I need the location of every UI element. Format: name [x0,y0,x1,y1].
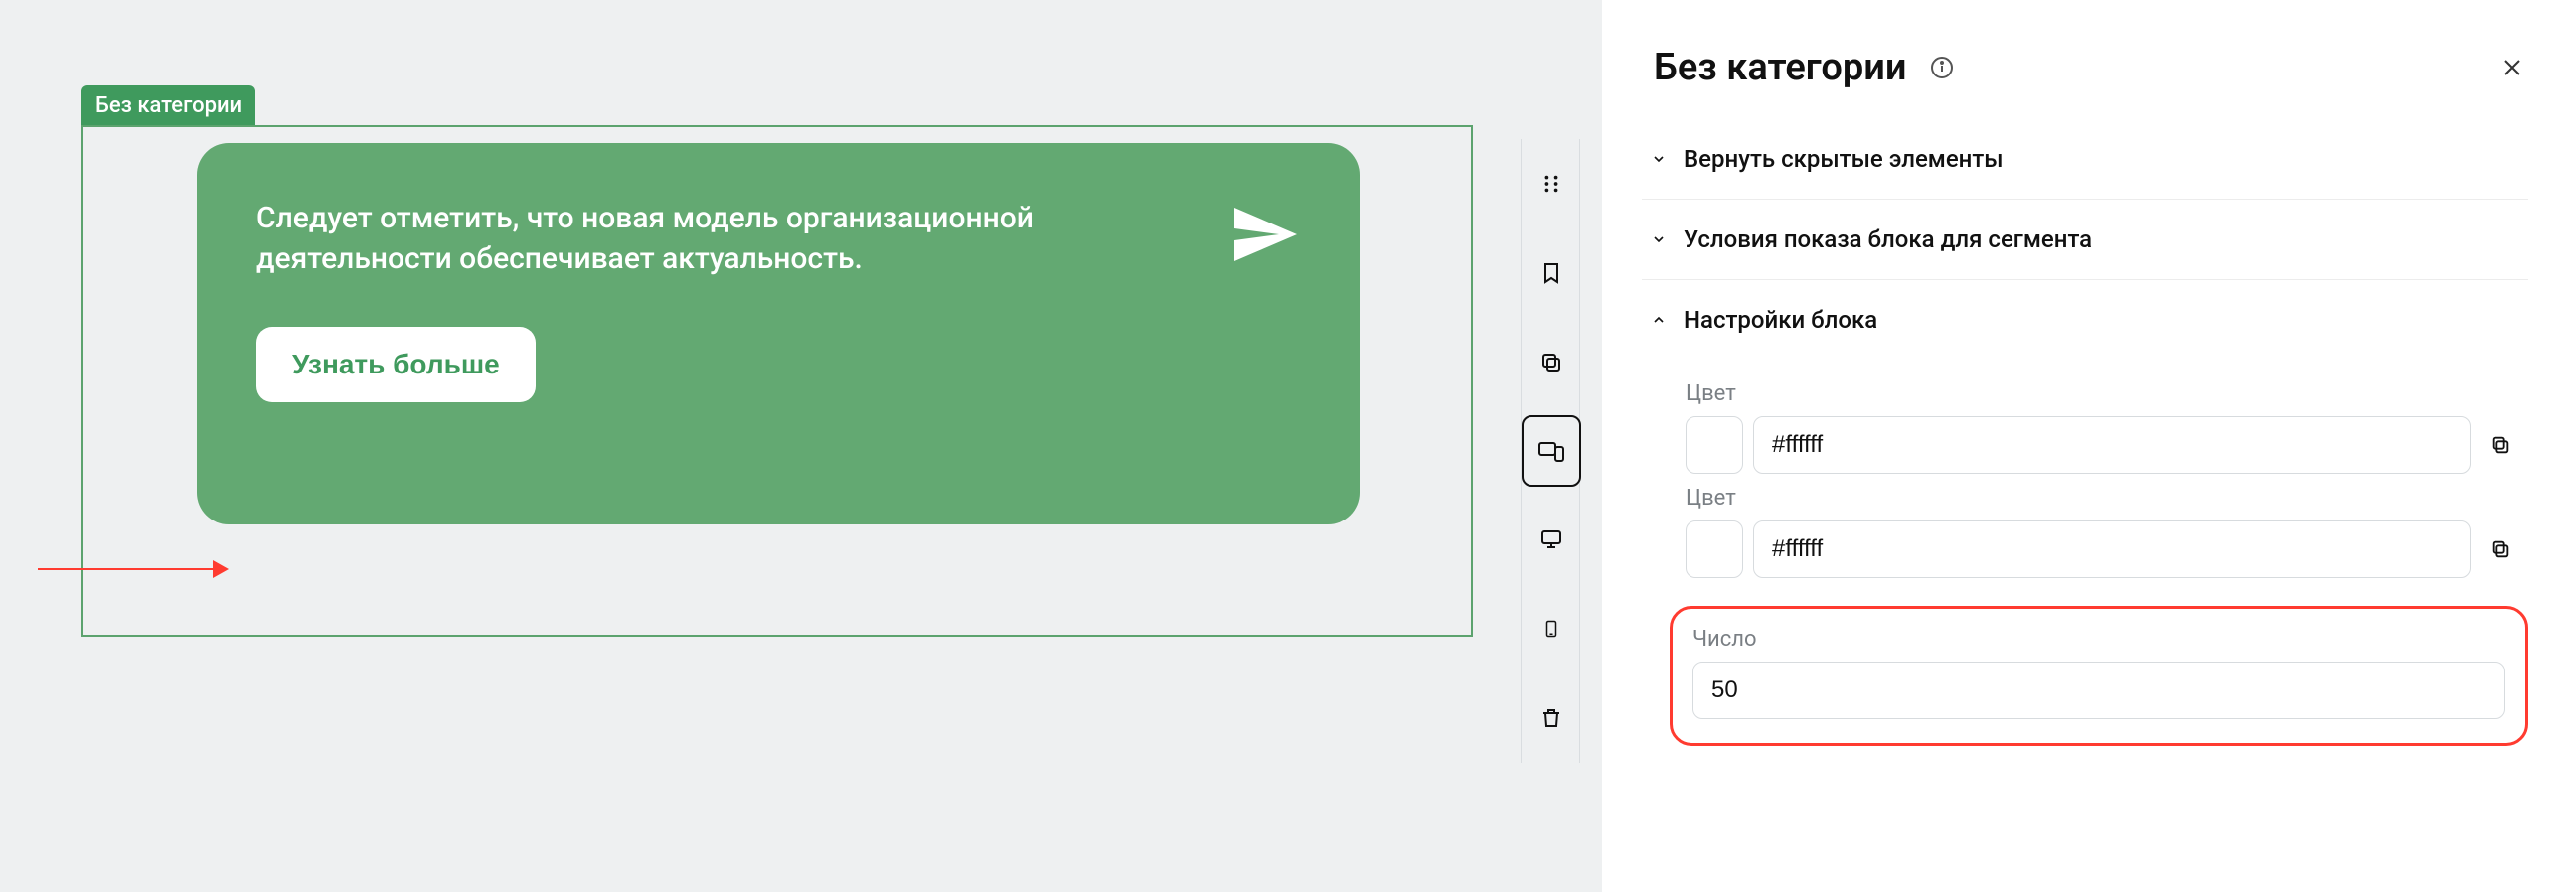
color1-row [1686,416,2520,474]
section-display-conditions: Условия показа блока для сегмента [1642,200,2528,280]
section-label: Вернуть скрытые элементы [1684,145,2004,173]
bookmark-icon[interactable] [1522,228,1581,318]
trash-icon[interactable] [1522,673,1581,763]
section-restore-hidden: Вернуть скрытые элементы [1642,119,2528,200]
info-icon[interactable] [1930,56,1954,79]
promo-card[interactable]: Следует отметить, что новая модель орган… [197,143,1360,524]
copy-icon[interactable] [1522,318,1581,407]
number-label: Число [1692,627,2505,652]
color2-input[interactable] [1753,520,2471,578]
block-toolbar [1521,139,1580,763]
block-category-tag: Без категории [81,85,255,126]
color1-label: Цвет [1686,381,2520,406]
chevron-down-icon [1650,230,1668,248]
panel-body[interactable]: Вернуть скрытые элементы Условия показа … [1602,119,2568,892]
color1-swatch[interactable] [1686,416,1743,474]
mobile-icon[interactable] [1522,584,1581,673]
desktop-icon[interactable] [1522,495,1581,584]
panel-title: Без категории [1654,46,1906,89]
block-settings-body: Цвет Цвет [1642,360,2528,766]
panel-header: Без категории [1602,0,2576,119]
chevron-down-icon [1650,150,1668,168]
color2-row [1686,520,2520,578]
chevron-up-icon [1650,311,1668,329]
number-field-highlight: Число [1670,606,2528,746]
number-input[interactable] [1692,662,2505,719]
color2-swatch[interactable] [1686,520,1743,578]
drag-handle-icon[interactable] [1522,139,1581,228]
section-block-settings-header[interactable]: Настройки блока [1642,280,2528,360]
color2-label: Цвет [1686,486,2520,511]
close-icon[interactable] [2500,56,2524,79]
section-restore-hidden-header[interactable]: Вернуть скрытые элементы [1642,119,2528,199]
copy-color1-button[interactable] [2481,425,2520,465]
paper-plane-icon [1228,199,1300,270]
settings-panel: Без категории Вернуть скрытые элементы [1602,0,2576,892]
devices-icon[interactable] [1522,415,1581,487]
editor-canvas: Без категории Следует отметить, что нова… [0,0,1511,892]
section-label: Настройки блока [1684,306,1877,334]
section-block-settings: Настройки блока Цвет Цвет [1642,280,2528,766]
copy-color2-button[interactable] [2481,529,2520,569]
section-display-conditions-header[interactable]: Условия показа блока для сегмента [1642,200,2528,279]
learn-more-button[interactable]: Узнать больше [256,327,536,402]
annotation-arrow-icon [38,568,227,570]
promo-card-text: Следует отметить, что новая модель орган… [256,199,1091,279]
section-label: Условия показа блока для сегмента [1684,225,2092,253]
color1-input[interactable] [1753,416,2471,474]
